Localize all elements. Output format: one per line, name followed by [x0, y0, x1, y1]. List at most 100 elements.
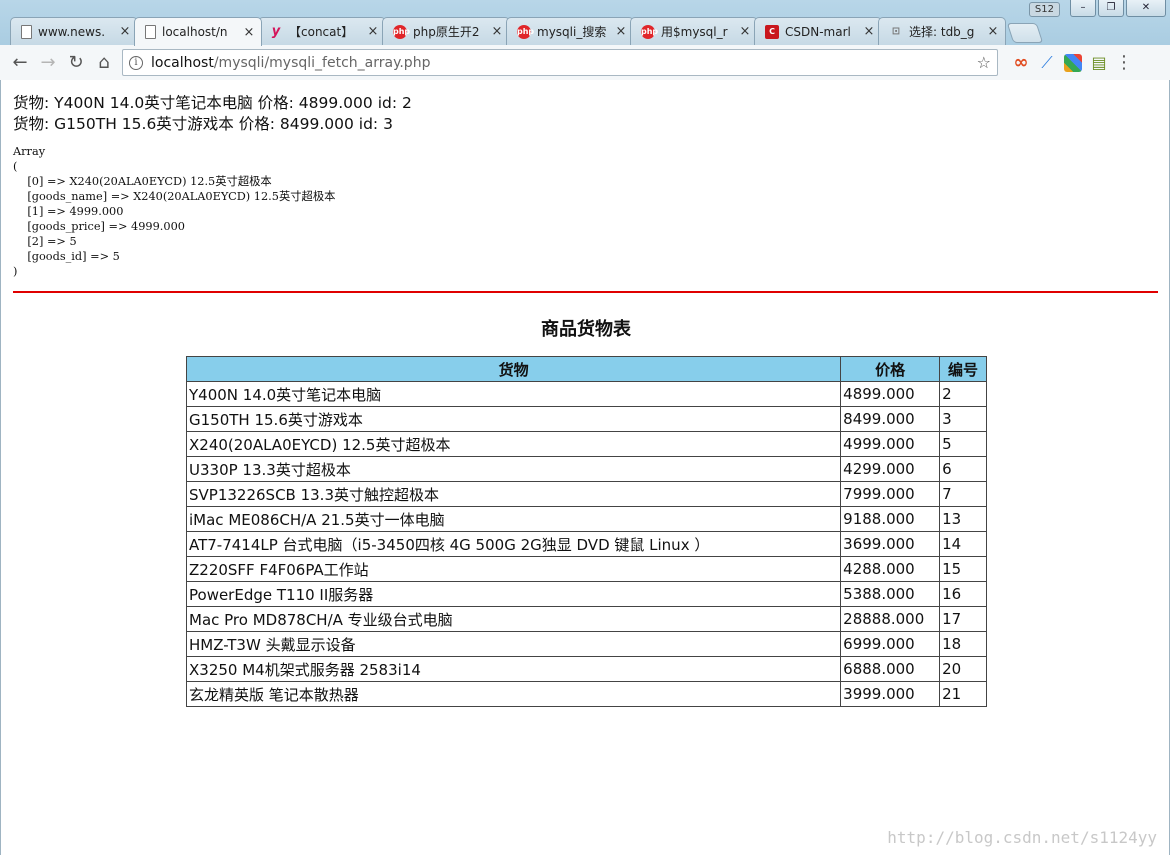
browser-tab[interactable]: localhost/n ×: [134, 17, 262, 46]
table-row: Z220SFF F4F06PA工作站 4288.000 15: [185, 556, 987, 582]
tab-close-icon[interactable]: ×: [987, 24, 999, 39]
browser-tab[interactable]: y 【concat】 ×: [258, 17, 386, 45]
cell-id: 6: [939, 456, 987, 482]
csdn-favicon-icon: C: [765, 24, 779, 39]
cell-id: 14: [939, 531, 987, 557]
browser-tab[interactable]: www.news. ×: [10, 17, 138, 45]
php-favicon-icon: php: [641, 24, 658, 39]
minimize-icon[interactable]: –: [1070, 0, 1096, 17]
cell-price: 7999.000: [840, 481, 941, 507]
table-row: iMac ME086CH/A 21.5英寸一体电脑 9188.000 13: [185, 506, 987, 532]
cell-price: 8499.000: [840, 406, 941, 432]
browser-tab[interactable]: php 用$mysql_r ×: [630, 17, 758, 45]
lock-favicon-icon: ⊡: [891, 25, 901, 37]
column-header-id: 编号: [939, 356, 987, 382]
table-body: Y400N 14.0英寸笔记本电脑 4899.000 2 G150TH 15.6英寸游…: [185, 381, 987, 707]
tab-label: 【concat】: [289, 25, 354, 39]
cell-goods: Y400N 14.0英寸笔记本电脑: [185, 381, 842, 407]
cell-price: 9188.000: [840, 506, 941, 532]
url-host: localhost: [151, 54, 214, 71]
browser-tab[interactable]: php php原生开2 ×: [382, 17, 510, 45]
home-icon[interactable]: ⌂: [90, 49, 118, 77]
tab-label: 用$mysql_r: [661, 25, 728, 39]
goods-table: 货物 价格 编号 Y400N 14.0英寸笔记本电脑 4899.000 2 G150T…: [185, 356, 987, 707]
print-r-output: Array ( [0] => X240(20ALA0EYCD) 12.5英寸超极…: [13, 145, 336, 278]
tab-label: www.news.: [38, 24, 106, 39]
bookmark-star-icon[interactable]: ☆: [977, 53, 991, 72]
doc-favicon-icon: [21, 24, 32, 39]
yahoo-favicon-icon: y: [271, 23, 281, 39]
tab-close-icon[interactable]: ×: [243, 25, 255, 40]
table-header-row: 货物 价格 编号: [185, 356, 987, 382]
tab-close-icon[interactable]: ×: [739, 24, 751, 39]
watermark: http://blog.csdn.net/s1124yy: [887, 828, 1157, 847]
cell-id: 2: [939, 381, 987, 407]
tab-label: mysqli_搜索: [537, 25, 607, 39]
echo-line: 货物: Y400N 14.0英寸笔记本电脑 价格: 4899.000 id: 2: [13, 94, 412, 112]
tab-close-icon[interactable]: ×: [863, 24, 875, 39]
table-row: SVP13226SCB 13.3英寸触控超极本 7999.000 7: [185, 481, 987, 507]
new-tab-button[interactable]: [1006, 23, 1044, 43]
notes-extension-icon[interactable]: ▤: [1090, 53, 1108, 72]
maximize-icon[interactable]: ❐: [1098, 0, 1124, 17]
menu-dots-icon[interactable]: ⋮: [1114, 52, 1134, 73]
table-row: G150TH 15.6英寸游戏本 8499.000 3: [185, 406, 987, 432]
table-row: X240(20ALA0EYCD) 12.5英寸超极本 4999.000 5: [185, 431, 987, 457]
tab-strip: www.news. × localhost/n × y 【concat】 × php php原生…: [10, 17, 1044, 46]
tab-label: 选择: tdb_g: [909, 25, 975, 39]
reload-icon[interactable]: ↻: [62, 49, 90, 77]
infinity-extension-icon[interactable]: ∞: [1012, 53, 1030, 72]
cell-goods: 玄龙精英版 笔记本散热器: [185, 681, 842, 707]
cell-id: 13: [939, 506, 987, 532]
table-title: 商品货物表: [541, 319, 631, 340]
tab-close-icon[interactable]: ×: [367, 24, 379, 39]
tab-close-icon[interactable]: ×: [119, 24, 131, 39]
table-row: Mac Pro MD878CH/A 专业级台式电脑 28888.000 17: [185, 606, 987, 632]
cell-goods: PowerEdge T110 II服务器: [185, 581, 842, 607]
cell-price: 28888.000: [840, 606, 941, 632]
cell-goods: HMZ-T3W 头戴显示设备: [185, 631, 842, 657]
table-row: 玄龙精英版 笔记本散热器 3999.000 21: [185, 681, 987, 707]
cell-price: 3999.000: [840, 681, 941, 707]
browser-tab[interactable]: php mysqli_搜索 ×: [506, 17, 634, 45]
browser-tab[interactable]: ⊡ 选择: tdb_g ×: [878, 17, 1006, 45]
cell-goods: X3250 M4机架式服务器 2583i14: [185, 656, 842, 682]
cell-id: 20: [939, 656, 987, 682]
cell-price: 4288.000: [840, 556, 941, 582]
tab-close-icon[interactable]: ×: [615, 24, 627, 39]
close-window-icon[interactable]: ✕: [1126, 0, 1166, 17]
cell-id: 15: [939, 556, 987, 582]
table-row: AT7-7414LP 台式电脑（i5-3450四核 4G 500G 2G独显 D…: [185, 531, 987, 557]
cell-goods: X240(20ALA0EYCD) 12.5英寸超极本: [185, 431, 842, 457]
cell-price: 6999.000: [840, 631, 941, 657]
browser-tab[interactable]: C CSDN-marl ×: [754, 17, 882, 45]
cell-goods: G150TH 15.6英寸游戏本: [185, 406, 842, 432]
cell-id: 16: [939, 581, 987, 607]
cell-price: 5388.000: [840, 581, 941, 607]
php-favicon-icon: php: [517, 24, 534, 39]
page-info-icon[interactable]: i: [129, 55, 143, 70]
tab-close-icon[interactable]: ×: [491, 24, 503, 39]
browser-chrome: S12 – ❐ ✕ www.news. × localhost/n × y 【concat…: [0, 0, 1170, 80]
table-row: PowerEdge T110 II服务器 5388.000 16: [185, 581, 987, 607]
table-row: Y400N 14.0英寸笔记本电脑 4899.000 2: [185, 381, 987, 407]
cell-id: 3: [939, 406, 987, 432]
doc-favicon-icon: [145, 25, 156, 39]
forward-arrow-icon[interactable]: →: [34, 49, 62, 77]
address-bar[interactable]: i localhost/mysqli/mysqli_fetch_array.ph…: [122, 49, 998, 76]
cell-goods: SVP13226SCB 13.3英寸触控超极本: [185, 481, 842, 507]
profile-badge[interactable]: S12: [1028, 2, 1060, 17]
cell-goods: Mac Pro MD878CH/A 专业级台式电脑: [185, 606, 842, 632]
feather-extension-icon[interactable]: ⟋: [1038, 53, 1056, 72]
window-controls: – ❐ ✕: [1070, 0, 1166, 17]
column-header-price: 价格: [840, 356, 941, 382]
cell-price: 4299.000: [840, 456, 941, 482]
extension-icons: ∞ ⟋ ▤: [1012, 53, 1108, 72]
horizontal-rule: [13, 291, 1158, 293]
cell-goods: AT7-7414LP 台式电脑（i5-3450四核 4G 500G 2G独显 D…: [185, 531, 842, 557]
back-arrow-icon[interactable]: ←: [6, 49, 34, 77]
cell-id: 7: [939, 481, 987, 507]
cell-goods: iMac ME086CH/A 21.5英寸一体电脑: [185, 506, 842, 532]
echo-line: 货物: G150TH 15.6英寸游戏本 价格: 8499.000 id: 3: [13, 115, 393, 133]
color-extension-icon[interactable]: [1064, 53, 1082, 72]
